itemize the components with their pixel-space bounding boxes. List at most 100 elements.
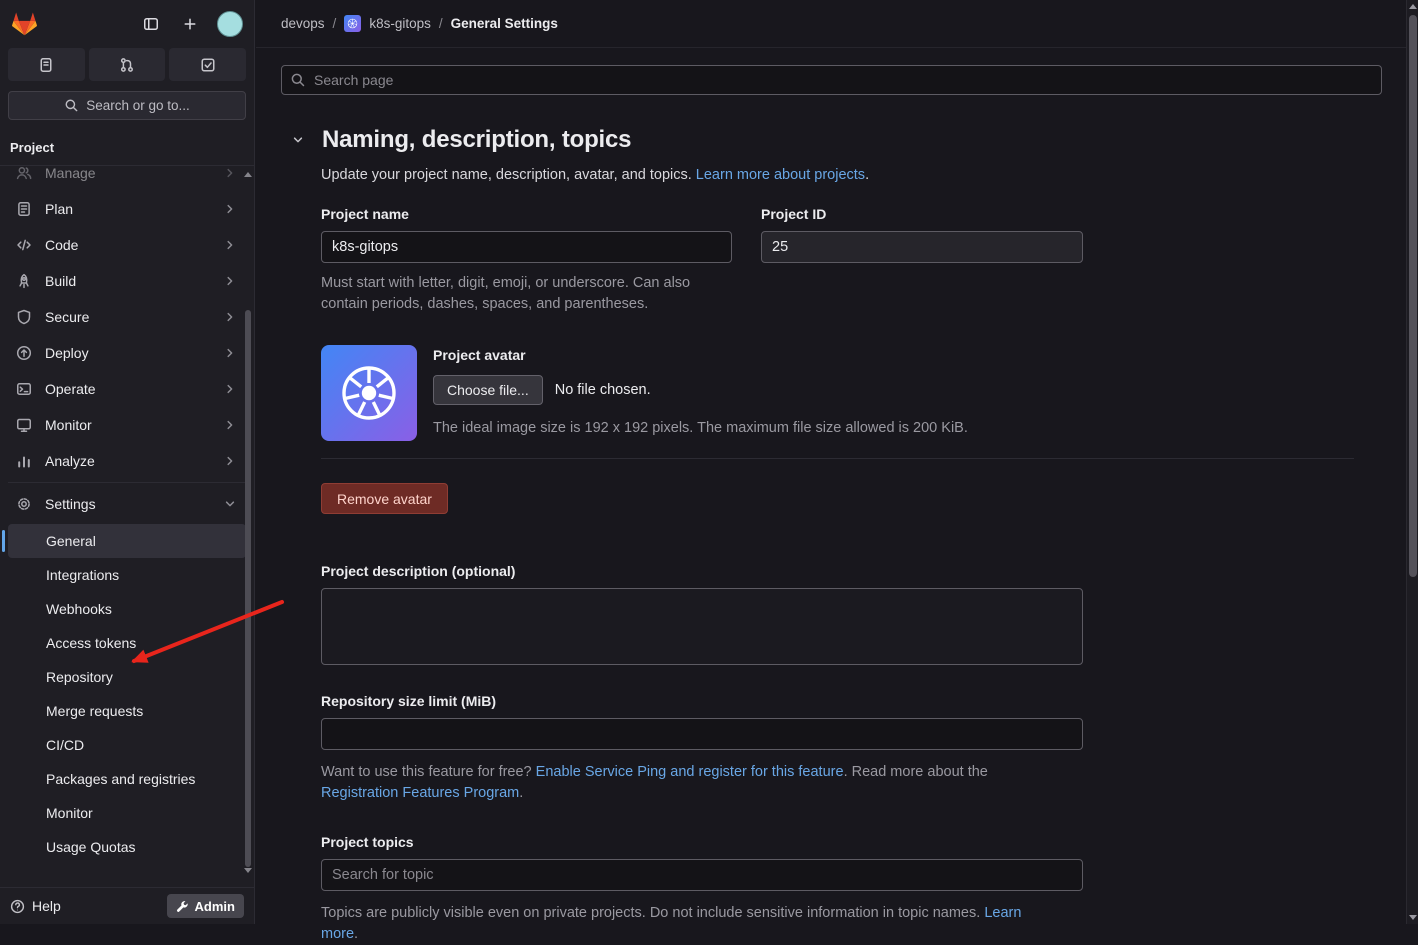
sidebar-subitem-ci-cd[interactable]: CI/CD [8,728,246,762]
main-content: devops / k8s-gitops / General Settings N… [256,0,1406,924]
repository-size-limit-input[interactable] [321,718,1083,750]
divider [321,458,1354,459]
sidebar-subitem-access-tokens[interactable]: Access tokens [8,626,246,660]
sidebar-item-manage[interactable]: Manage [8,166,246,191]
section-collapse-button[interactable] [290,132,306,148]
sidebar-scroll-down-icon[interactable] [244,868,252,873]
subitem-label: Usage Quotas [46,838,136,857]
breadcrumb-separator: / [439,16,443,31]
project-id-input[interactable] [761,231,1083,263]
sidebar-item-label: Settings [45,496,209,512]
sidebar-item-label: Operate [45,381,209,397]
breadcrumb-group-link[interactable]: devops [281,16,325,31]
subitem-label: Repository [46,668,113,687]
chevron-right-icon [222,273,238,289]
subitem-label: Packages and registries [46,770,195,789]
period: . [519,785,523,801]
breadcrumb-separator: / [333,16,337,31]
choose-file-button[interactable]: Choose file... [433,375,543,405]
sidebar-subitem-repository[interactable]: Repository [8,660,246,694]
sidebar-subitem-usage-quotas[interactable]: Usage Quotas [8,830,246,864]
page-scrollbar[interactable] [1406,0,1418,924]
sidebar-item-settings[interactable]: Settings [8,486,246,522]
admin-label: Admin [195,899,235,914]
sidebar: Search or go to... Project ManagePlanCod… [0,0,255,924]
service-ping-link[interactable]: Enable Service Ping and register for thi… [536,764,844,780]
project-topics-group: Project topics Topics are publicly visib… [321,834,1382,945]
sidebar-item-build[interactable]: Build [8,263,246,299]
project-description-group: Project description (optional) [321,563,1382,665]
search-or-go-to-label: Search or go to... [86,98,190,113]
registration-features-link[interactable]: Registration Features Program [321,785,519,801]
search-or-go-to-button[interactable]: Search or go to... [8,91,246,120]
chevron-right-icon [222,237,238,253]
user-avatar[interactable] [217,11,243,37]
learn-more-projects-link[interactable]: Learn more about projects [696,167,865,183]
monitor-icon [16,417,32,433]
project-name-input[interactable] [321,231,732,263]
project-topics-input[interactable] [321,859,1083,891]
settings-page: Naming, description, topics Update your … [256,65,1406,945]
issues-icon [38,57,54,73]
search-icon [290,72,306,88]
page-scrollbar-thumb[interactable] [1409,15,1417,577]
gitlab-logo-icon[interactable] [11,11,38,37]
help-button[interactable]: Help [10,898,61,914]
project-name-label: Project name [321,206,732,222]
project-description-input[interactable] [321,588,1083,665]
merge-request-icon [119,57,135,73]
project-name-help: Must start with letter, digit, emoji, or… [321,273,716,315]
sidebar-item-analyze[interactable]: Analyze [8,443,246,479]
create-new-button[interactable] [178,12,202,36]
sidebar-item-operate[interactable]: Operate [8,371,246,407]
chevron-right-icon [222,201,238,217]
section-header: Naming, description, topics [281,126,1382,154]
todo-list-shortcut-button[interactable] [169,48,246,81]
sidebar-item-deploy[interactable]: Deploy [8,335,246,371]
subitem-label: Webhooks [46,600,112,619]
question-icon [10,899,25,914]
merge-requests-shortcut-button[interactable] [89,48,166,81]
avatar-help-text: The ideal image size is 192 x 192 pixels… [433,418,968,439]
code-icon [16,237,32,253]
sidebar-subitem-webhooks[interactable]: Webhooks [8,592,246,626]
sidebar-scrollbar-thumb[interactable] [245,310,251,867]
sidebar-footer: Help Admin [0,887,254,924]
sidebar-subitem-integrations[interactable]: Integrations [8,558,246,592]
sidebar-scroll-up-icon[interactable] [244,172,252,177]
repository-size-label: Repository size limit (MiB) [321,693,1382,709]
chevron-right-icon [222,453,238,469]
project-avatar-icon [344,15,361,32]
sidebar-item-secure[interactable]: Secure [8,299,246,335]
repo-help-text-2: . Read more about the [844,764,988,780]
chevron-right-icon [222,345,238,361]
sidebar-item-label: Deploy [45,345,209,361]
page-scroll-down-icon[interactable] [1409,915,1417,920]
sidebar-subitem-general[interactable]: General [8,524,246,558]
sidebar-subitem-monitor[interactable]: Monitor [8,796,246,830]
plus-icon [182,16,198,32]
sidebar-item-code[interactable]: Code [8,227,246,263]
issues-shortcut-button[interactable] [8,48,85,81]
sidebar-item-monitor[interactable]: Monitor [8,407,246,443]
project-topics-label: Project topics [321,834,1382,850]
section-description: Update your project name, description, a… [321,167,1382,183]
sidebar-nav: Manage Plan CodeBuild Secure Deploy Operate Mo… [0,166,254,887]
sidebar-item-label: Secure [45,309,209,325]
sidebar-toggle-button[interactable] [139,12,163,36]
remove-avatar-button[interactable]: Remove avatar [321,483,448,514]
sidebar-item-plan[interactable]: Plan [8,191,246,227]
sidebar-header [0,0,254,48]
subitem-label: Monitor [46,804,93,823]
breadcrumb-project-link[interactable]: k8s-gitops [369,16,431,31]
page-scroll-up-icon[interactable] [1409,4,1417,9]
project-avatar-row: Project avatar Choose file... No file ch… [321,345,1382,441]
admin-button[interactable]: Admin [167,894,244,918]
sidebar-item-label: Manage [45,166,209,181]
sidebar-item-label: Plan [45,201,209,217]
todo-icon [200,57,216,73]
page-search-input[interactable] [281,65,1382,95]
sidebar-subitem-packages-and-registries[interactable]: Packages and registries [8,762,246,796]
sidebar-subitem-merge-requests[interactable]: Merge requests [8,694,246,728]
repo-help-text-1: Want to use this feature for free? [321,764,536,780]
